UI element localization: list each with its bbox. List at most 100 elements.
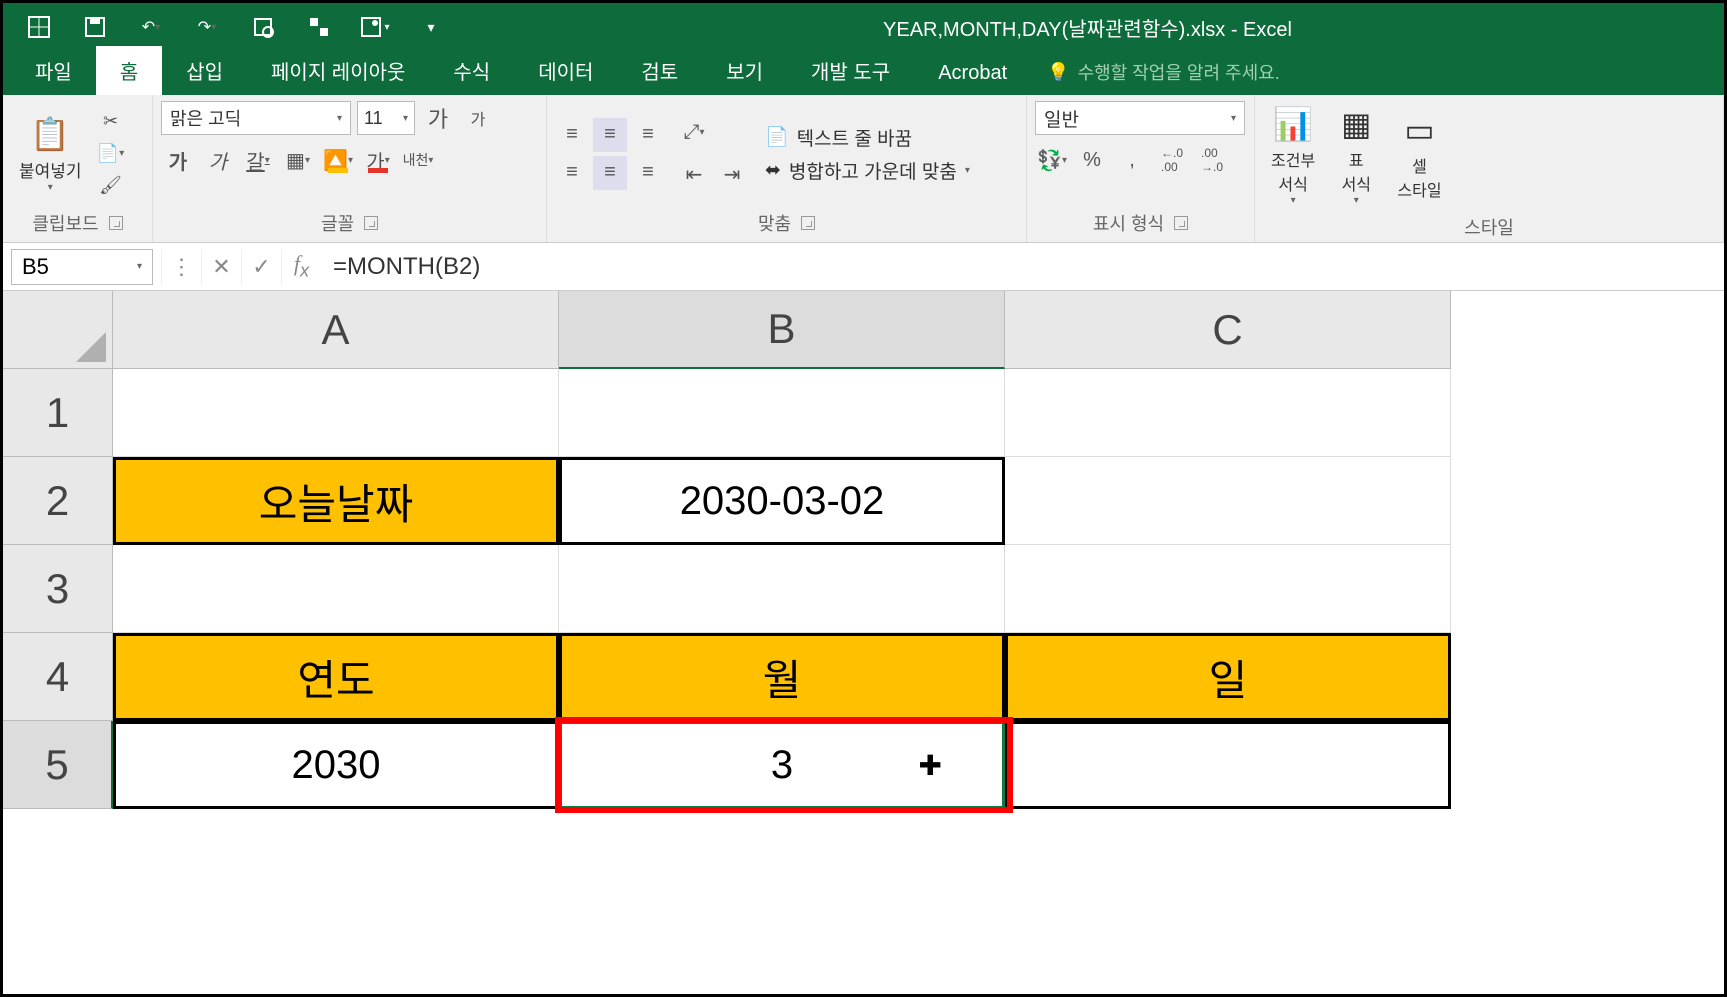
titlebar: ↶ ▾ ↷ ▾ ▾ ▾ YEAR,MONTH,DAY(날짜관련함수).xlsx … [3, 3, 1724, 51]
qat-icon-2[interactable]: ▾ [357, 9, 393, 45]
save-icon[interactable] [77, 9, 113, 45]
app-icon[interactable] [21, 9, 57, 45]
font-color-button[interactable]: 가▾ [361, 143, 395, 177]
alignment-launcher[interactable] [801, 216, 815, 230]
align-left-button[interactable]: ≡ [555, 156, 589, 190]
percent-button[interactable]: % [1075, 143, 1109, 177]
bold-button[interactable]: 가 [161, 143, 195, 177]
tab-data[interactable]: 데이터 [514, 46, 617, 95]
tab-page-layout[interactable]: 페이지 레이아웃 [247, 46, 429, 95]
name-box[interactable]: B5▾ [11, 249, 153, 285]
fill-color-button[interactable]: 🔼▾ [321, 143, 355, 177]
tab-home[interactable]: 홈 [96, 46, 162, 95]
cell-B5[interactable]: 3 ✚ [559, 721, 1005, 809]
row-header-1[interactable]: 1 [3, 369, 113, 457]
formula-options-button[interactable]: ⋮ [161, 249, 201, 285]
cell-styles-button[interactable]: ▭ 셀 스타일 [1389, 107, 1449, 205]
cut-button[interactable]: ✂ [96, 109, 126, 135]
cell-B3[interactable] [559, 545, 1005, 633]
align-top-button[interactable]: ≡ [555, 118, 589, 152]
comma-button[interactable]: , [1115, 143, 1149, 177]
align-center-button[interactable]: ≡ [593, 156, 627, 190]
col-header-B[interactable]: B [559, 291, 1005, 369]
hanja-button[interactable]: 내천▾ [401, 143, 435, 177]
increase-decimal-button[interactable]: ←.0.00 [1155, 143, 1189, 177]
spreadsheet-grid: A B C 1 2 3 4 5 오늘날짜 2030- [3, 291, 1724, 809]
cell-C3[interactable] [1005, 545, 1451, 633]
formula-input[interactable]: =MONTH(B2) [321, 249, 1724, 285]
underline-button[interactable]: 갈▾ [241, 143, 275, 177]
currency-button[interactable]: 💱▾ [1035, 143, 1069, 177]
cursor-icon: ✚ [919, 749, 942, 782]
qat-customize-icon[interactable]: ▾ [413, 9, 449, 45]
cell-C5[interactable] [1005, 721, 1451, 809]
row-header-3[interactable]: 3 [3, 545, 113, 633]
clipboard-launcher[interactable] [109, 216, 123, 230]
paste-button[interactable]: 📋 붙여넣기 ▾ [11, 111, 90, 197]
font-launcher[interactable] [364, 216, 378, 230]
italic-button[interactable]: 가 [201, 143, 235, 177]
window-title: YEAR,MONTH,DAY(날짜관련함수).xlsx - Excel [459, 13, 1716, 42]
bulb-icon: 💡 [1047, 62, 1069, 83]
conditional-formatting-button[interactable]: 📊 조건부 서식▾ [1263, 101, 1323, 210]
undo-icon[interactable]: ↶ ▾ [133, 9, 169, 45]
number-format-combo[interactable]: 일반▾ [1035, 101, 1245, 135]
number-launcher[interactable] [1174, 216, 1188, 230]
decrease-font-button[interactable]: 가 [461, 101, 495, 135]
alignment-group-label: 맞춤 [758, 210, 791, 236]
font-name-combo[interactable]: 맑은 고딕▾ [161, 101, 351, 135]
cell-A5[interactable]: 2030 [113, 721, 559, 809]
cell-A2[interactable]: 오늘날짜 [113, 457, 559, 545]
cell-C1[interactable] [1005, 369, 1451, 457]
tab-view[interactable]: 보기 [702, 46, 787, 95]
cell-A4[interactable]: 연도 [113, 633, 559, 721]
print-preview-icon[interactable] [245, 9, 281, 45]
conditional-icon: 📊 [1273, 105, 1313, 143]
format-painter-button[interactable]: 🖌 [96, 173, 126, 199]
col-header-A[interactable]: A [113, 291, 559, 369]
paste-icon: 📋 [30, 115, 70, 153]
indent-button[interactable]: ⇥ [715, 158, 749, 192]
tab-developer[interactable]: 개발 도구 [787, 46, 914, 95]
orientation-button[interactable]: ⤢▾ [677, 116, 711, 150]
tab-insert[interactable]: 삽입 [162, 46, 247, 95]
increase-font-button[interactable]: 가 [421, 101, 455, 135]
select-all-corner[interactable] [3, 291, 113, 369]
outdent-button[interactable]: ⇤ [677, 158, 711, 192]
merge-center-button[interactable]: ⬌ 병합하고 가운데 맞춤 ▾ [765, 157, 970, 184]
cell-A1[interactable] [113, 369, 559, 457]
border-button[interactable]: ▦▾ [281, 143, 315, 177]
ribbon-group-font: 맑은 고딕▾ 11▾ 가 가 가 가 갈▾ ▦▾ 🔼▾ 가▾ 내천▾ 글꼴 [153, 95, 547, 242]
wrap-text-button[interactable]: 📄 텍스트 줄 바꿈 [765, 124, 970, 151]
decrease-decimal-button[interactable]: .00→.0 [1195, 143, 1229, 177]
row-header-5[interactable]: 5 [3, 721, 113, 809]
fx-button[interactable]: fx [281, 249, 321, 285]
align-middle-button[interactable]: ≡ [593, 118, 627, 152]
cell-C4[interactable]: 일 [1005, 633, 1451, 721]
cell-A3[interactable] [113, 545, 559, 633]
clipboard-group-label: 클립보드 [32, 210, 98, 236]
align-right-button[interactable]: ≡ [631, 156, 665, 190]
cell-C2[interactable] [1005, 457, 1451, 545]
row-header-2[interactable]: 2 [3, 457, 113, 545]
tab-review[interactable]: 검토 [617, 46, 702, 95]
tell-me-box[interactable]: 💡 수행할 작업을 알려 주세요. [1031, 49, 1296, 95]
redo-icon[interactable]: ↷ ▾ [189, 9, 225, 45]
ribbon-group-number: 일반▾ 💱▾ % , ←.0.00 .00→.0 표시 형식 [1027, 95, 1255, 242]
col-header-C[interactable]: C [1005, 291, 1451, 369]
table-format-button[interactable]: ▦ 표 서식▾ [1333, 101, 1379, 210]
tab-acrobat[interactable]: Acrobat [914, 52, 1031, 95]
accept-formula-button[interactable]: ✓ [241, 249, 281, 285]
copy-button[interactable]: 📄▾ [96, 141, 126, 167]
cell-B4[interactable]: 월 [559, 633, 1005, 721]
row-header-4[interactable]: 4 [3, 633, 113, 721]
qat-icon-1[interactable] [301, 9, 337, 45]
cell-B1[interactable] [559, 369, 1005, 457]
tab-formulas[interactable]: 수식 [429, 46, 514, 95]
alignment-grid: ≡ ≡ ≡ ≡ ≡ ≡ [555, 118, 665, 190]
tab-file[interactable]: 파일 [11, 46, 96, 95]
font-size-combo[interactable]: 11▾ [357, 101, 415, 135]
align-bottom-button[interactable]: ≡ [631, 118, 665, 152]
cell-B2[interactable]: 2030-03-02 [559, 457, 1005, 545]
cancel-formula-button[interactable]: ✕ [201, 249, 241, 285]
